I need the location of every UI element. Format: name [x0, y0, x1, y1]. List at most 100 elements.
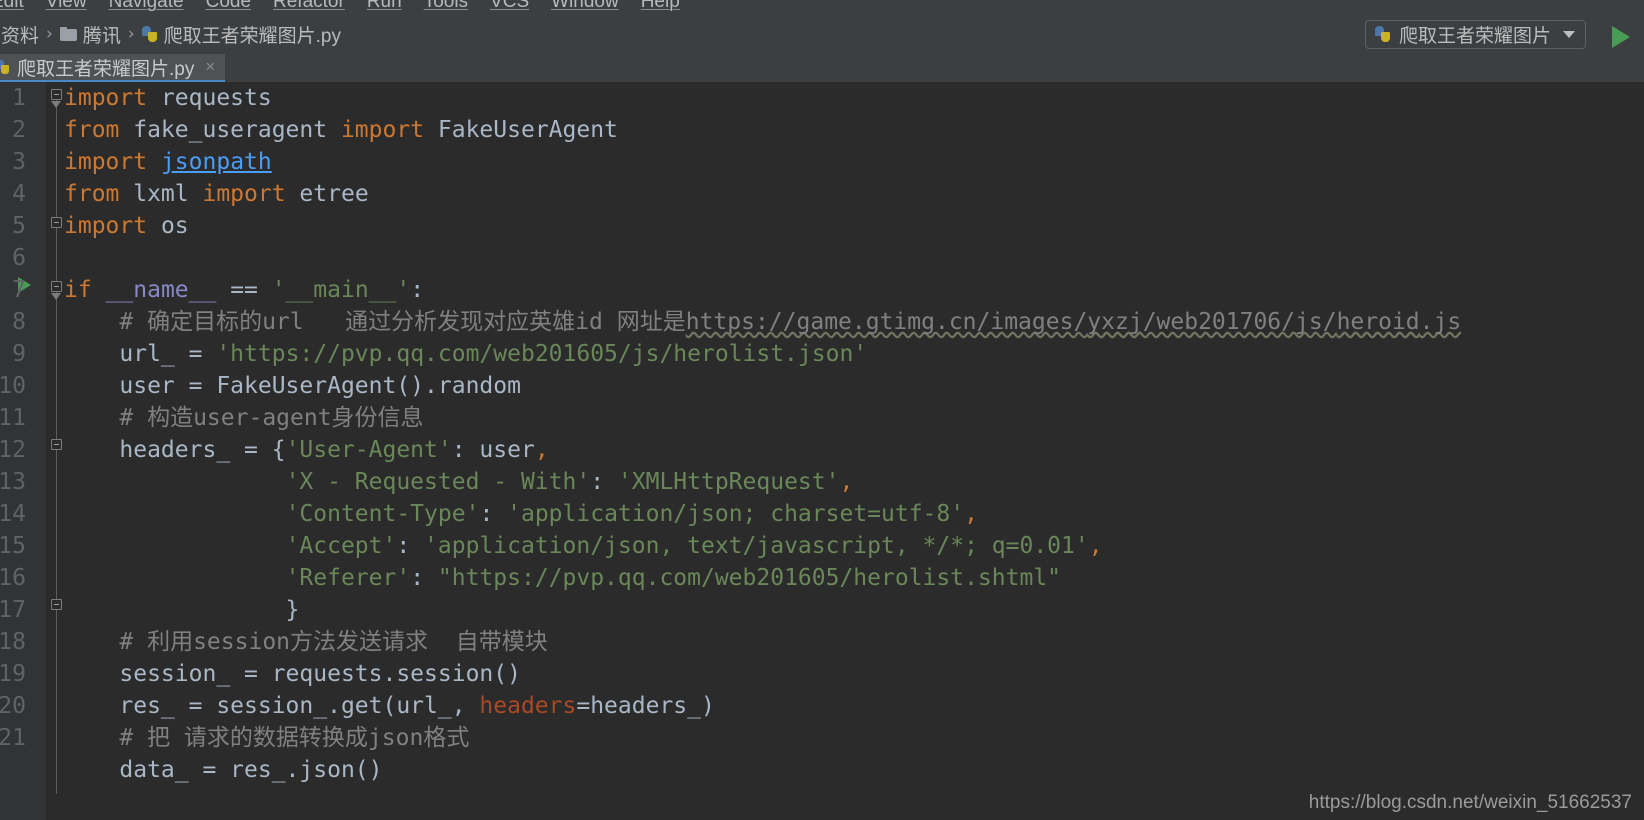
- line-number: 18: [0, 629, 26, 655]
- breadcrumb-separator: ›: [127, 24, 135, 44]
- code-line-2[interactable]: from fake_useragent import FakeUserAgent: [64, 114, 618, 146]
- line-number: 20: [0, 693, 26, 719]
- run-button-icon[interactable]: [1612, 26, 1630, 48]
- menu-item-window[interactable]: Window: [540, 0, 630, 14]
- line-number: 12: [0, 437, 26, 463]
- editor-tab-active[interactable]: 爬取王者荣耀图片.py ×: [0, 54, 226, 82]
- code-line-22[interactable]: data_ = res_.json(): [64, 754, 383, 786]
- token-identifier: data_ = res_.json(): [64, 757, 383, 783]
- token-string-value: 'application/json; charset=utf-8': [507, 501, 965, 527]
- line-number: 14: [0, 501, 26, 527]
- fold-marker-end: [51, 293, 62, 300]
- code-line-3[interactable]: import jsonpath: [64, 146, 272, 178]
- code-line-13[interactable]: 'X - Requested - With': 'XMLHttpRequest'…: [64, 466, 854, 498]
- line-number: 8: [12, 309, 26, 335]
- token-dunder-name: __name__: [91, 277, 231, 303]
- token-string-key: 'X - Requested - With': [285, 469, 591, 495]
- code-line-15[interactable]: 'Accept': 'application/json, text/javasc…: [64, 530, 1103, 562]
- fold-marker-headers-dict-end[interactable]: [51, 599, 62, 610]
- code-line-18[interactable]: # 利用session方法发送请求 自带模块: [64, 626, 547, 658]
- token-identifier: res_ = session_.get(url_,: [64, 693, 480, 719]
- code-line-19[interactable]: session_ = requests.session(): [64, 658, 521, 690]
- token-keyword: from: [64, 181, 120, 207]
- code-line-16[interactable]: 'Referer': "https://pvp.qq.com/web201605…: [64, 562, 1061, 594]
- menu-item-edit[interactable]: Edit: [0, 0, 35, 14]
- fold-marker-imports-end[interactable]: [51, 217, 62, 228]
- token-keyword: import: [64, 149, 148, 175]
- close-icon[interactable]: ×: [205, 57, 215, 77]
- breadcrumb-item-file-label: 爬取王者荣耀图片.py: [163, 25, 342, 47]
- token-identifier: session_ = requests.session(): [64, 661, 521, 687]
- token-comment-url: https://game.gtimg.cn/images/yxzj/web201…: [685, 309, 1462, 335]
- breadcrumb-item-project[interactable]: 习资料: [0, 21, 39, 48]
- folder-icon: [59, 27, 77, 41]
- line-number: 1: [12, 85, 26, 111]
- token-string-key: 'Referer': [285, 565, 411, 591]
- pycharm-window: Edit View Navigate Code Refactor Run Too…: [0, 0, 1644, 820]
- token-string-key: 'Accept': [285, 533, 397, 559]
- token-string-value: 'application/json, text/javascript, */*;…: [424, 533, 1089, 559]
- token-identifier: headers_ = {: [64, 437, 286, 463]
- breadcrumb-item-folder-label: 腾讯: [82, 25, 121, 47]
- line-number: 19: [0, 661, 26, 687]
- token-identifier: etree: [285, 181, 369, 207]
- token-string-url: 'https://pvp.qq.com/web201605/js/herolis…: [216, 341, 868, 367]
- code-line-1[interactable]: import requests: [64, 82, 272, 114]
- code-line-12[interactable]: headers_ = {'User-Agent': user,: [64, 434, 548, 466]
- code-line-21[interactable]: # 把 请求的数据转换成json格式: [64, 722, 469, 754]
- line-number: 17: [0, 597, 26, 623]
- line-number: 7: [12, 277, 26, 303]
- code-line-17[interactable]: }: [64, 594, 300, 626]
- breadcrumb-item-folder[interactable]: 腾讯: [59, 21, 121, 48]
- menu-item-help[interactable]: Help: [630, 0, 691, 14]
- menu-item-vcs[interactable]: VCS: [479, 0, 540, 14]
- python-file-icon: [0, 59, 10, 75]
- line-number: 16: [0, 565, 26, 591]
- menu-item-view[interactable]: View: [35, 0, 98, 14]
- token-identifier: lxml: [119, 181, 203, 207]
- code-line-10[interactable]: user = FakeUserAgent().random: [64, 370, 521, 402]
- code-line-4[interactable]: from lxml import etree: [64, 178, 369, 210]
- token-keyword: import: [202, 181, 286, 207]
- code-line-14[interactable]: 'Content-Type': 'application/json; chars…: [64, 498, 978, 530]
- run-configuration-selector[interactable]: 爬取王者荣耀图片: [1364, 20, 1586, 49]
- breadcrumb-item-file[interactable]: 爬取王者荣耀图片.py: [141, 21, 342, 48]
- menu-item-run[interactable]: Run: [356, 0, 413, 14]
- menu-item-code[interactable]: Code: [195, 0, 262, 14]
- menu-item-navigate[interactable]: Navigate: [98, 0, 195, 14]
- editor-tab-label: 爬取王者荣耀图片.py: [17, 58, 195, 80]
- fold-marker-end: [51, 101, 62, 108]
- code-line-7[interactable]: if __name__ == '__main__':: [64, 274, 424, 306]
- line-number: 13: [0, 469, 26, 495]
- code-line-20[interactable]: res_ = session_.get(url_, headers=header…: [64, 690, 714, 722]
- menu-item-tools[interactable]: Tools: [413, 0, 479, 14]
- line-number: 4: [12, 181, 26, 207]
- line-number: 3: [12, 149, 26, 175]
- token-keyword: import: [64, 213, 148, 239]
- token-identifier: fake_useragent: [119, 117, 341, 143]
- code-line-11[interactable]: # 构造user-agent身份信息: [64, 402, 423, 434]
- token-identifier: requests: [147, 85, 272, 111]
- chevron-down-icon[interactable]: [1563, 31, 1575, 38]
- line-number: 6: [12, 245, 26, 271]
- python-icon: [1374, 26, 1391, 43]
- code-line-9[interactable]: url_ = 'https://pvp.qq.com/web201605/js/…: [64, 338, 867, 370]
- breadcrumb: 习资料 › 腾讯 › 爬取王者荣耀图片.py: [0, 14, 341, 54]
- code-line-5[interactable]: import os: [64, 210, 189, 242]
- code-line-8[interactable]: # 确定目标的url 通过分析发现对应英雄id 网址是https://game.…: [64, 306, 1461, 338]
- token-keyword-argument: headers: [479, 693, 577, 719]
- breadcrumb-separator: ›: [46, 24, 53, 44]
- token-keyword: if: [64, 277, 92, 303]
- fold-marker-imports[interactable]: [51, 89, 62, 100]
- menu-item-refactor[interactable]: Refactor: [262, 0, 356, 14]
- token-keyword: from: [64, 117, 120, 143]
- navigation-toolbar: 习资料 › 腾讯 › 爬取王者荣耀图片.py 爬取王者荣耀图片: [0, 14, 1644, 54]
- line-number: 10: [0, 373, 26, 399]
- fold-marker-main-block[interactable]: [51, 281, 62, 292]
- token-string-key: 'Content-Type': [285, 501, 480, 527]
- code-editor[interactable]: 1 2 3 4 5 6 7 8 9 10 11 12 13 14 15 16 1…: [0, 82, 1644, 820]
- token-string: '__main__': [271, 277, 411, 303]
- fold-marker-headers-dict[interactable]: [51, 439, 62, 450]
- breadcrumb-item-project-label: 习资料: [0, 25, 40, 47]
- line-number: 5: [12, 213, 26, 239]
